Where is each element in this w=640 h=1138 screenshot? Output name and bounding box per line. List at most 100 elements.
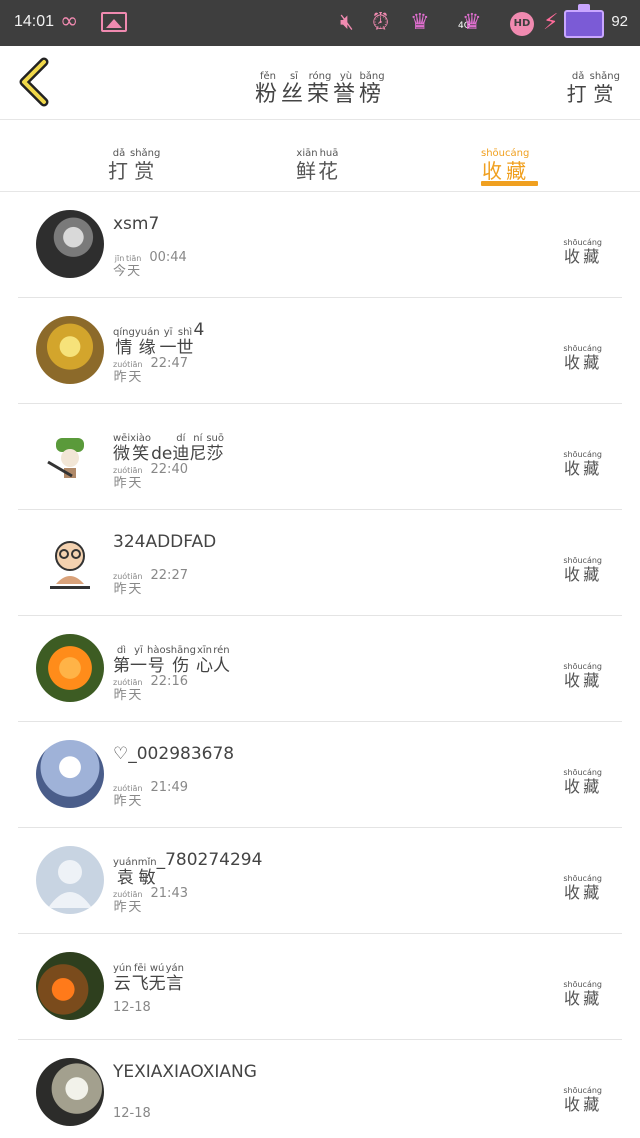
- pinyin-annotation: fēi: [133, 963, 147, 974]
- active-tab-indicator: [481, 181, 538, 186]
- title-char: yù 誉: [333, 72, 359, 106]
- pinyin-annotation: dí: [176, 433, 186, 444]
- tab-label-glyph: 赏: [134, 159, 157, 183]
- list-item[interactable]: ♡_002983678 zuó 昨 tiān 天 21:49 shōu 收 cáng 藏: [0, 722, 640, 828]
- user-name-char: xīn 心: [196, 646, 213, 675]
- avatar[interactable]: [36, 952, 104, 1020]
- date-text: 12-18: [113, 1106, 151, 1121]
- favorite-label-glyph: 藏: [583, 565, 602, 584]
- charging-icon: ⚡︎: [543, 10, 559, 35]
- favorite-label-char: shōu 收: [563, 557, 582, 583]
- pinyin-annotation: dǎ: [571, 71, 585, 82]
- title-char: bǎng 榜: [359, 72, 385, 106]
- favorite-label[interactable]: shōu 收 cáng 藏: [563, 230, 602, 265]
- favorite-label-glyph: 藏: [583, 247, 602, 266]
- pinyin-annotation: shōu: [481, 148, 506, 159]
- pinyin-annotation: xiān: [296, 148, 318, 159]
- favorite-label-char: cáng 藏: [583, 345, 602, 371]
- list-item[interactable]: qíng 情 yuán 缘 yī 一 shì 世 4 zuó 昨 tiān 天 22:47 shōu 收 cán…: [0, 298, 640, 404]
- favorite-time: zuó 昨 tiān 天 21:43: [113, 886, 188, 914]
- day-glyph: 天: [128, 794, 142, 809]
- favorite-label[interactable]: shōu 收 cáng 藏: [563, 654, 602, 689]
- user-name-char: yuán 袁: [113, 858, 138, 887]
- favorite-label-char: cáng 藏: [583, 875, 602, 901]
- pinyin-annotation: cáng: [582, 874, 602, 883]
- user-name-glyph: 第: [113, 656, 130, 676]
- time-text: 00:44: [149, 250, 187, 265]
- pinyin-annotation: cáng: [582, 344, 602, 353]
- user-name-char: de: [151, 434, 172, 463]
- user-name-glyph: 尼: [189, 444, 207, 464]
- favorite-label[interactable]: shōu 收 cáng 藏: [563, 866, 602, 901]
- battery-level: 92: [611, 13, 628, 30]
- pinyin-annotation: cáng: [505, 148, 530, 159]
- pinyin-annotation: wēi: [113, 433, 131, 444]
- user-name: yuán 袁 mǐn 敏 _780274294: [113, 850, 262, 887]
- avatar[interactable]: [36, 634, 104, 702]
- pinyin-annotation: tiān: [127, 890, 143, 899]
- avatar[interactable]: [36, 316, 104, 384]
- favorite-label-glyph: 藏: [583, 777, 602, 796]
- day-char: jīn 今: [113, 255, 126, 279]
- tab-label-char: dǎ 打: [108, 149, 130, 182]
- user-name-glyph: 无: [148, 974, 166, 994]
- avatar[interactable]: [36, 740, 104, 808]
- favorite-time: jīn 今 tiān 天 00:44: [113, 250, 187, 278]
- favorite-time: zuó 昨 tiān 天 22:27: [113, 568, 188, 596]
- back-button[interactable]: [14, 56, 54, 108]
- list-item[interactable]: YEXIAXIAOXIANG 12-18 shōu 收 cáng 藏: [0, 1040, 640, 1138]
- reward-button[interactable]: dǎ 打 shǎng 赏: [567, 60, 620, 105]
- user-name-char: mǐn 敏: [138, 858, 157, 887]
- status-bar: 14:01 ∞ 🔇︎ ⏰︎ ♛ 4G ♛ HD ⚡︎ 92: [0, 0, 640, 46]
- pinyin-annotation: zuó: [113, 678, 128, 687]
- favorite-label[interactable]: shōu 收 cáng 藏: [563, 336, 602, 371]
- favorite-label-char: shōu 收: [563, 451, 582, 477]
- avatar[interactable]: [36, 846, 104, 914]
- list-item[interactable]: yún 云 fēi 飞 wú 无 yán 言 12-18 shōu 收 cáng 藏: [0, 934, 640, 1040]
- list-item[interactable]: xsm7 jīn 今 tiān 天 00:44 shōu 收 cáng 藏: [0, 192, 640, 298]
- tab-reward[interactable]: dǎ 打 shǎng 赏: [108, 137, 160, 183]
- mute-icon: 🔇︎: [340, 10, 354, 35]
- pinyin-annotation: róng: [308, 71, 332, 82]
- day-glyph: 昨: [113, 370, 127, 385]
- pinyin-annotation: sī: [289, 71, 298, 82]
- pinyin-annotation: cáng: [582, 556, 602, 565]
- list-item[interactable]: dì 第 yī 一 hào 号 shāng 伤 xīn 心 rén 人 zuó 昨 tiān 天 22:16 sh…: [0, 616, 640, 722]
- avatar[interactable]: [36, 1058, 104, 1126]
- user-name-glyph: 号: [147, 656, 165, 676]
- favorite-label[interactable]: shōu 收 cáng 藏: [563, 972, 602, 1007]
- user-name-glyph: 敏: [138, 868, 156, 888]
- user-name-char: yuán 缘: [135, 328, 160, 357]
- pinyin-annotation: cáng: [582, 450, 602, 459]
- pinyin-annotation: cáng: [582, 662, 602, 671]
- day-char: tiān 天: [127, 785, 142, 809]
- avatar[interactable]: [36, 422, 104, 490]
- user-name-char: dì 第: [113, 646, 130, 675]
- list-item[interactable]: 324ADDFAD zuó 昨 tiān 天 22:27 shōu 收 cáng 藏: [0, 510, 640, 616]
- avatar-figure-icon: [47, 438, 84, 478]
- user-name: dì 第 yī 一 hào 号 shāng 伤 xīn 心 rén 人: [113, 638, 230, 675]
- time-text: 21:49: [150, 780, 188, 795]
- favorite-label[interactable]: shōu 收 cáng 藏: [563, 1078, 602, 1113]
- tab-favorites[interactable]: shōu 收 cáng 藏: [481, 137, 530, 182]
- favorite-time: zuó 昨 tiān 天 22:47: [113, 356, 188, 384]
- list-item[interactable]: yuán 袁 mǐn 敏 _780274294 zuó 昨 tiān 天 21:43 shōu 收 cá…: [0, 828, 640, 934]
- favorite-label-glyph: 收: [563, 247, 582, 266]
- day-char: zuó 昨: [113, 891, 127, 915]
- favorite-label[interactable]: shōu 收 cáng 藏: [563, 548, 602, 583]
- avatar[interactable]: [36, 210, 104, 278]
- day-glyph: 天: [127, 264, 141, 279]
- user-name-text: ♡_002983678: [113, 744, 235, 764]
- avatar[interactable]: [36, 528, 104, 596]
- day-glyph: 昨: [113, 476, 127, 491]
- pinyin-annotation: hào: [147, 645, 166, 656]
- favorite-label[interactable]: shōu 收 cáng 藏: [563, 760, 602, 795]
- favorite-label-glyph: 藏: [583, 459, 602, 478]
- user-name-char: wú 无: [149, 964, 166, 993]
- favorite-label[interactable]: shōu 收 cáng 藏: [563, 442, 602, 477]
- tab-flowers[interactable]: xiān 鲜 huā 花: [296, 137, 340, 182]
- pinyin-annotation: mǐn: [137, 857, 157, 868]
- title-glyph: 荣: [306, 82, 333, 107]
- list-item[interactable]: wēi 微 xiào 笑 de dí 迪 ní 尼 suō 莎 zuó 昨 tiān 天 22:40 shōu…: [0, 404, 640, 510]
- day-glyph: 天: [128, 900, 142, 915]
